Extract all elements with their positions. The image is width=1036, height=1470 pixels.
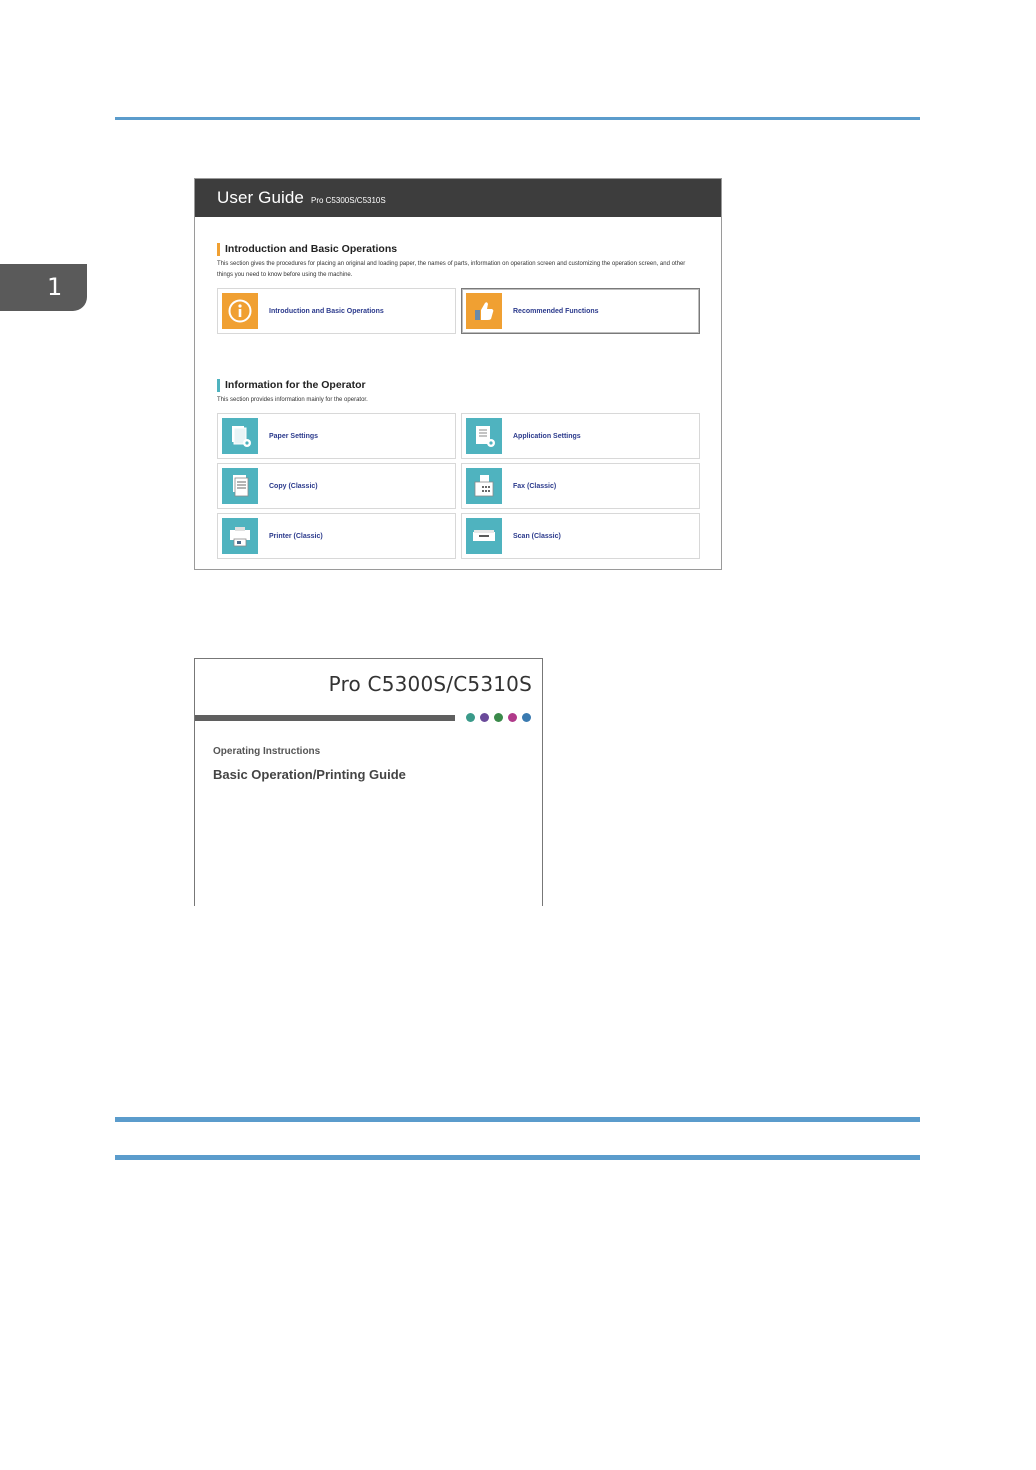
info-icon [222, 293, 258, 329]
user-guide-model: Pro C5300S/C5310S [310, 196, 386, 205]
chapter-tab: 1 [0, 264, 87, 311]
card-grid: Introduction and Basic Operations Recomm… [217, 288, 700, 334]
cover-model: Pro C5300S/C5310S [328, 672, 532, 696]
card-printer-classic[interactable]: Printer (Classic) [217, 513, 456, 559]
thumbs-up-icon [466, 293, 502, 329]
card-label: Printer (Classic) [269, 532, 323, 540]
cover-dot [522, 713, 531, 722]
scanner-icon [466, 518, 502, 554]
card-introduction[interactable]: Introduction and Basic Operations [217, 288, 456, 334]
card-label: Paper Settings [269, 432, 319, 440]
card-application-settings[interactable]: Application Settings [461, 413, 700, 459]
user-guide-header: User Guide Pro C5300S/C5310S [195, 179, 721, 217]
section-operator: Information for the Operator This sectio… [217, 379, 700, 559]
section-rule [115, 1117, 920, 1122]
card-label: Recommended Functions [513, 307, 599, 315]
section-heading: Information for the Operator [217, 379, 699, 392]
fax-icon [466, 468, 502, 504]
section-intro: Introduction and Basic Operations This s… [217, 243, 700, 334]
card-paper-settings[interactable]: Paper Settings [217, 413, 456, 459]
card-label: Fax (Classic) [513, 482, 557, 490]
card-fax-classic[interactable]: Fax (Classic) [461, 463, 700, 509]
paper-settings-icon [222, 418, 258, 454]
card-label: Scan (Classic) [513, 532, 561, 540]
card-label: Introduction and Basic Operations [269, 307, 384, 315]
cover-band [195, 715, 455, 721]
cover-dot [494, 713, 503, 722]
manual-cover-screenshot: Pro C5300S/C5310S Operating Instructions… [194, 658, 543, 906]
card-label: Copy (Classic) [269, 482, 318, 490]
section-marker [217, 379, 220, 392]
section-heading-text: Introduction and Basic Operations [225, 243, 398, 255]
card-grid: Paper Settings Application Settings Copy… [217, 413, 700, 559]
card-recommended-functions[interactable]: Recommended Functions [461, 288, 700, 334]
section-heading: Introduction and Basic Operations [217, 243, 699, 256]
cover-dot [466, 713, 475, 722]
cover-title: Basic Operation/Printing Guide [213, 767, 406, 782]
user-guide-screenshot: User Guide Pro C5300S/C5310S Introductio… [194, 178, 722, 570]
card-scan-classic[interactable]: Scan (Classic) [461, 513, 700, 559]
section-heading-text: Information for the Operator [225, 379, 366, 391]
chapter-number: 1 [47, 273, 63, 301]
section-rule [115, 1155, 920, 1160]
card-copy-classic[interactable]: Copy (Classic) [217, 463, 456, 509]
section-marker [217, 243, 220, 256]
card-label: Application Settings [513, 432, 581, 440]
section-description: This section gives the procedures for pl… [217, 261, 686, 278]
application-settings-icon [466, 418, 502, 454]
section-description: This section provides information mainly… [217, 397, 368, 403]
printer-icon [222, 518, 258, 554]
copy-icon [222, 468, 258, 504]
cover-dot [480, 713, 489, 722]
cover-subtitle: Operating Instructions [213, 746, 321, 757]
cover-dot [508, 713, 517, 722]
top-rule [115, 117, 920, 120]
user-guide-title: User Guide [217, 188, 304, 207]
